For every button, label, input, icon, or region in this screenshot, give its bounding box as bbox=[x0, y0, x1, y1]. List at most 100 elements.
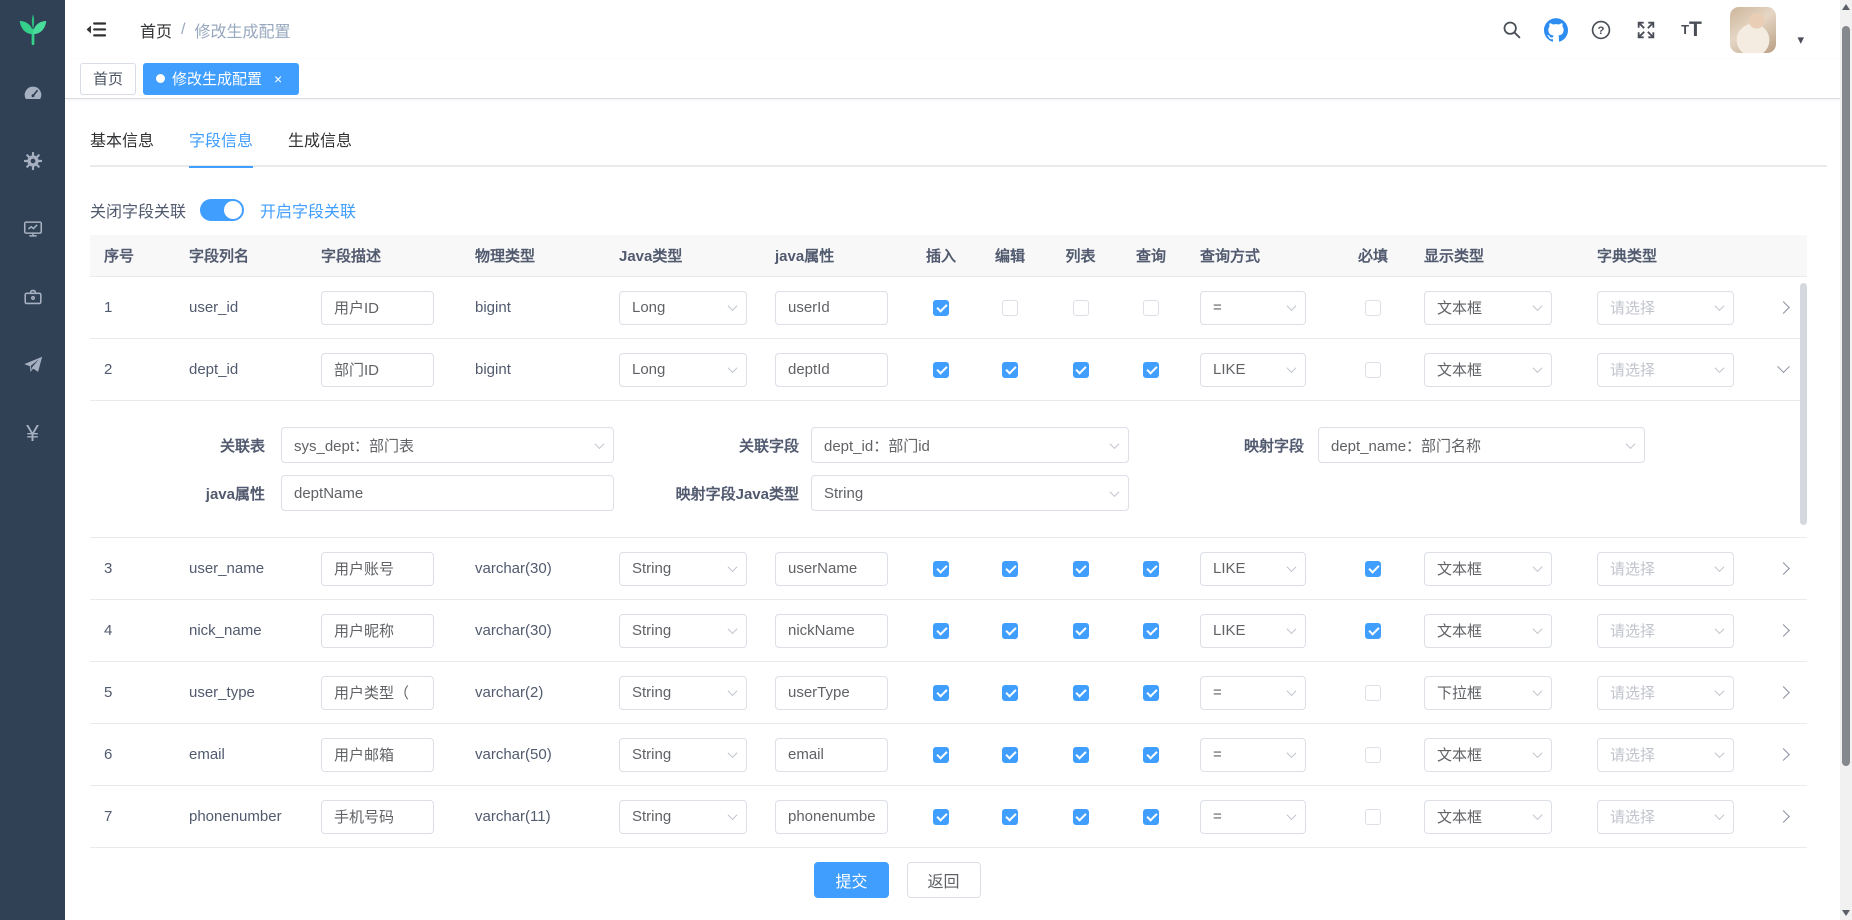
edit-checkbox[interactable] bbox=[1002, 809, 1018, 825]
expand-row-button[interactable] bbox=[1772, 296, 1796, 320]
java-attr-input[interactable] bbox=[281, 475, 614, 511]
edit-checkbox[interactable] bbox=[1002, 747, 1018, 763]
app-logo[interactable] bbox=[0, 0, 65, 59]
scroll-down-button[interactable] bbox=[1840, 906, 1852, 920]
caret-down-icon[interactable]: ▾ bbox=[1797, 32, 1804, 48]
query-checkbox[interactable] bbox=[1143, 685, 1159, 701]
required-checkbox[interactable] bbox=[1365, 561, 1381, 577]
dict-type-select[interactable]: 请选择 bbox=[1597, 291, 1734, 325]
query-checkbox[interactable] bbox=[1143, 809, 1159, 825]
insert-checkbox[interactable] bbox=[933, 747, 949, 763]
query-checkbox[interactable] bbox=[1143, 623, 1159, 639]
list-checkbox[interactable] bbox=[1073, 561, 1089, 577]
fullscreen-button[interactable] bbox=[1634, 18, 1658, 42]
java-field-input[interactable] bbox=[775, 614, 888, 648]
breadcrumb-home[interactable]: 首页 bbox=[140, 18, 172, 42]
table-scrollbar-thumb[interactable] bbox=[1800, 283, 1807, 525]
avatar[interactable] bbox=[1730, 7, 1776, 53]
java-type-select[interactable]: String bbox=[619, 676, 747, 710]
field-description-input[interactable] bbox=[321, 614, 434, 648]
list-checkbox[interactable] bbox=[1073, 362, 1089, 378]
insert-checkbox[interactable] bbox=[933, 300, 949, 316]
expand-row-button[interactable] bbox=[1772, 619, 1796, 643]
list-checkbox[interactable] bbox=[1073, 809, 1089, 825]
field-description-input[interactable] bbox=[321, 676, 434, 710]
insert-checkbox[interactable] bbox=[933, 561, 949, 577]
query-type-select[interactable]: = bbox=[1200, 738, 1306, 772]
edit-checkbox[interactable] bbox=[1002, 362, 1018, 378]
display-type-select[interactable]: 文本框 bbox=[1424, 552, 1552, 586]
help-button[interactable]: ? bbox=[1589, 18, 1613, 42]
sidebar-item-tools[interactable] bbox=[0, 263, 65, 331]
sidebar-item-dashboard[interactable] bbox=[0, 59, 65, 127]
dict-type-select[interactable]: 请选择 bbox=[1597, 552, 1734, 586]
dict-type-select[interactable]: 请选择 bbox=[1597, 738, 1734, 772]
query-type-select[interactable]: = bbox=[1200, 291, 1306, 325]
scroll-up-button[interactable] bbox=[1840, 0, 1852, 14]
java-field-input[interactable] bbox=[775, 676, 888, 710]
field-description-input[interactable] bbox=[321, 552, 434, 586]
page-scrollbar-thumb[interactable] bbox=[1842, 26, 1850, 766]
field-description-input[interactable] bbox=[321, 800, 434, 834]
display-type-select[interactable]: 文本框 bbox=[1424, 800, 1552, 834]
field-relation-toggle[interactable] bbox=[200, 199, 244, 221]
list-checkbox[interactable] bbox=[1073, 300, 1089, 316]
query-type-select[interactable]: LIKE bbox=[1200, 552, 1306, 586]
search-button[interactable] bbox=[1499, 18, 1523, 42]
tab-generate-info[interactable]: 生成信息 bbox=[288, 112, 352, 166]
display-type-select[interactable]: 文本框 bbox=[1424, 738, 1552, 772]
page-scrollbar[interactable] bbox=[1840, 0, 1852, 920]
required-checkbox[interactable] bbox=[1365, 362, 1381, 378]
sidebar-item-official-site[interactable] bbox=[0, 331, 65, 399]
required-checkbox[interactable] bbox=[1365, 685, 1381, 701]
java-type-select[interactable]: String bbox=[619, 738, 747, 772]
java-field-input[interactable] bbox=[775, 353, 888, 387]
java-field-input[interactable] bbox=[775, 738, 888, 772]
expand-row-button[interactable] bbox=[1772, 358, 1796, 382]
sidebar-item-pay[interactable]: ¥ bbox=[0, 399, 65, 467]
field-description-input[interactable] bbox=[321, 353, 434, 387]
submit-button[interactable]: 提交 bbox=[814, 862, 888, 898]
query-type-select[interactable]: = bbox=[1200, 676, 1306, 710]
java-type-select[interactable]: Long bbox=[619, 291, 747, 325]
insert-checkbox[interactable] bbox=[933, 362, 949, 378]
java-field-input[interactable] bbox=[775, 800, 888, 834]
insert-checkbox[interactable] bbox=[933, 685, 949, 701]
dict-type-select[interactable]: 请选择 bbox=[1597, 353, 1734, 387]
font-size-button[interactable]: TT bbox=[1679, 18, 1703, 42]
expand-row-button[interactable] bbox=[1772, 805, 1796, 829]
query-type-select[interactable]: LIKE bbox=[1200, 614, 1306, 648]
edit-checkbox[interactable] bbox=[1002, 623, 1018, 639]
query-checkbox[interactable] bbox=[1143, 561, 1159, 577]
required-checkbox[interactable] bbox=[1365, 623, 1381, 639]
tag-current-page[interactable]: 修改生成配置 × bbox=[143, 63, 299, 95]
insert-checkbox[interactable] bbox=[933, 623, 949, 639]
expand-row-button[interactable] bbox=[1772, 743, 1796, 767]
required-checkbox[interactable] bbox=[1365, 747, 1381, 763]
java-field-input[interactable] bbox=[775, 552, 888, 586]
related-table-select[interactable]: sys_dept：部门表 bbox=[281, 427, 614, 463]
required-checkbox[interactable] bbox=[1365, 809, 1381, 825]
close-tag-icon[interactable]: × bbox=[270, 71, 286, 87]
sidebar-toggle-button[interactable] bbox=[85, 18, 109, 42]
related-field-select[interactable]: dept_id：部门id bbox=[811, 427, 1129, 463]
display-type-select[interactable]: 文本框 bbox=[1424, 291, 1552, 325]
java-type-select[interactable]: Long bbox=[619, 353, 747, 387]
expand-row-button[interactable] bbox=[1772, 681, 1796, 705]
dict-type-select[interactable]: 请选择 bbox=[1597, 676, 1734, 710]
display-type-select[interactable]: 文本框 bbox=[1424, 614, 1552, 648]
java-type-select[interactable]: String bbox=[619, 614, 747, 648]
expand-row-button[interactable] bbox=[1772, 557, 1796, 581]
java-type-select[interactable]: String bbox=[619, 552, 747, 586]
map-field-select[interactable]: dept_name：部门名称 bbox=[1318, 427, 1645, 463]
list-checkbox[interactable] bbox=[1073, 623, 1089, 639]
query-type-select[interactable]: LIKE bbox=[1200, 353, 1306, 387]
query-checkbox[interactable] bbox=[1143, 362, 1159, 378]
dict-type-select[interactable]: 请选择 bbox=[1597, 800, 1734, 834]
insert-checkbox[interactable] bbox=[933, 809, 949, 825]
tab-basic-info[interactable]: 基本信息 bbox=[90, 112, 154, 166]
edit-checkbox[interactable] bbox=[1002, 685, 1018, 701]
edit-checkbox[interactable] bbox=[1002, 561, 1018, 577]
dict-type-select[interactable]: 请选择 bbox=[1597, 614, 1734, 648]
field-description-input[interactable] bbox=[321, 738, 434, 772]
